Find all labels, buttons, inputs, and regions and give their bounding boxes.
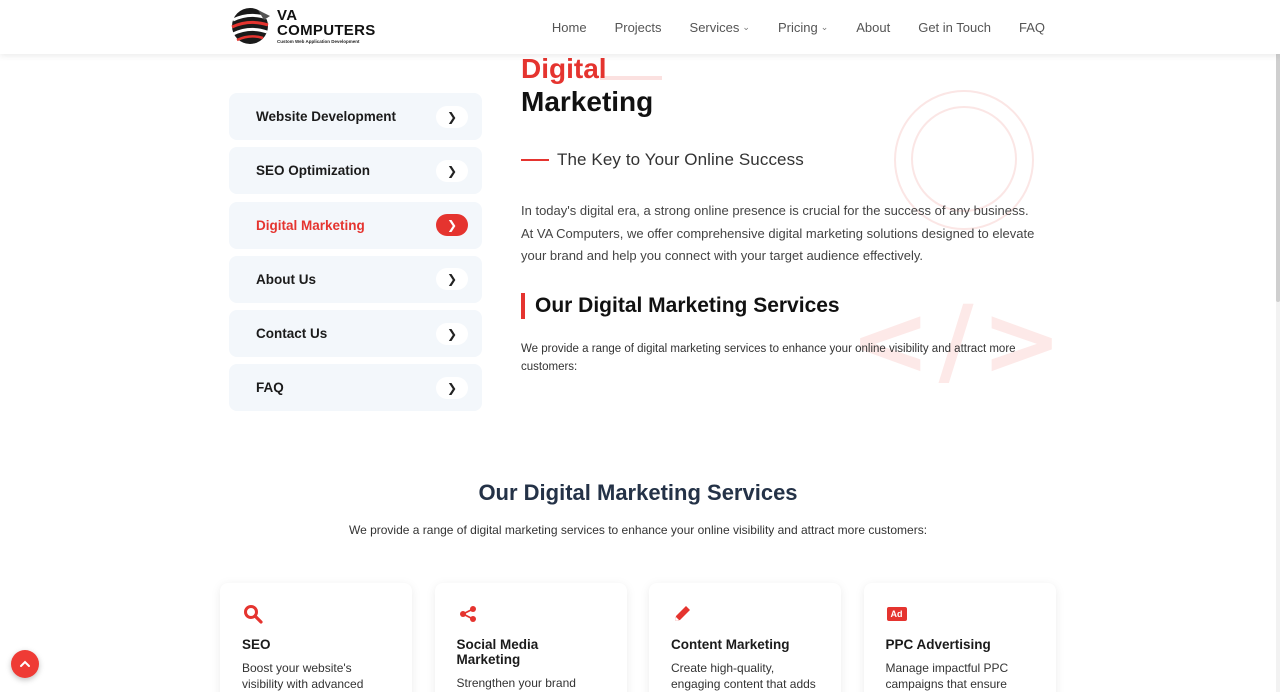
nav-services[interactable]: Services ⌄ — [690, 20, 750, 35]
sidebar-item-about-us[interactable]: About Us ❯ — [229, 255, 482, 303]
sidebar-item-label: Contact Us — [256, 326, 328, 342]
nav-about-label: About — [856, 19, 891, 35]
nav-get-in-touch-label: Get in Touch — [918, 19, 991, 35]
card-title: Social Media Marketing — [456, 637, 539, 667]
services-heading: Our Digital Marketing Services — [521, 293, 840, 319]
service-card-ppc[interactable]: Ad PPC Advertising Manage impactful PPC … — [863, 583, 1056, 692]
decorative-circle-inner — [911, 106, 1017, 212]
services-description: We provide a range of digital marketing … — [521, 343, 1016, 373]
sidebar-item-website-development[interactable]: Website Development ❯ — [229, 93, 482, 140]
brand-tagline: Custom Web Application Development — [277, 39, 360, 45]
nav-pricing[interactable]: Pricing ⌄ — [778, 20, 828, 35]
chevron-right-icon: ❯ — [436, 159, 468, 182]
card-description: Create high-quality, engaging content th… — [671, 661, 816, 691]
sidebar-item-label: SEO Optimization — [256, 163, 371, 179]
chevron-down-icon: ⌄ — [820, 21, 829, 32]
sidebar-item-contact-us[interactable]: Contact Us ❯ — [229, 310, 482, 358]
site-header: VA COMPUTERS Custom Web Application Deve… — [0, 0, 1280, 54]
search-icon — [242, 603, 264, 625]
card-title: SEO — [242, 637, 271, 652]
card-title: Content Marketing — [671, 637, 790, 652]
intro-paragraph: In today's digital era, a strong online … — [521, 203, 1035, 263]
nav-get-in-touch[interactable]: Get in Touch — [918, 20, 991, 35]
nav-projects[interactable]: Projects — [615, 20, 662, 35]
service-cards: SEO Boost your website's visibility with… — [220, 583, 1078, 692]
nav-faq-label: FAQ — [1018, 19, 1045, 35]
chevron-down-icon: ⌄ — [742, 21, 750, 32]
nav-about[interactable]: About — [856, 20, 890, 35]
pencil-icon — [671, 603, 693, 625]
chevron-right-icon: ❯ — [436, 105, 468, 128]
chevron-right-icon: ❯ — [436, 376, 468, 399]
card-description: Boost your website's visibility with adv… — [242, 661, 364, 691]
nav-faq[interactable]: FAQ — [1019, 20, 1045, 35]
service-card-social-media[interactable]: Social Media Marketing Strengthen your b… — [434, 583, 627, 692]
page-title: Digital Marketing — [521, 52, 653, 118]
nav-projects-label: Projects — [614, 19, 662, 35]
tagline-dash — [521, 159, 549, 161]
chevron-right-icon: ❯ — [436, 322, 468, 345]
logo-globe-icon — [231, 8, 270, 44]
services-heading-text: Our Digital Marketing Services — [535, 294, 840, 317]
sidebar-item-label: Website Development — [256, 109, 397, 124]
service-card-seo[interactable]: SEO Boost your website's visibility with… — [220, 583, 412, 692]
nav-pricing-label: Pricing — [777, 19, 818, 35]
section-description: We provide a range of digital marketing … — [348, 523, 928, 537]
services-sidebar: Website Development ❯ SEO Optimization ❯… — [229, 93, 482, 419]
sidebar-item-faq[interactable]: FAQ ❯ — [229, 364, 482, 412]
section-title: Our Digital Marketing Services — [478, 480, 798, 505]
nav-services-label: Services — [689, 19, 740, 35]
sidebar-item-digital-marketing[interactable]: Digital Marketing ❯ — [229, 201, 482, 249]
main-nav: Home Projects Services ⌄ Pricing ⌄ About G… — [524, 0, 1045, 54]
chevron-up-icon — [20, 660, 30, 667]
service-card-content-marketing[interactable]: Content Marketing Create high-quality, e… — [649, 583, 841, 692]
nav-home[interactable]: Home — [552, 20, 587, 35]
sidebar-item-seo-optimization[interactable]: SEO Optimization ❯ — [229, 147, 482, 195]
sidebar-item-label: About Us — [256, 271, 316, 287]
card-description: Strengthen your brand presence on social… — [456, 676, 576, 690]
brand-line2: COMPUTERS — [277, 22, 376, 40]
ad-icon-text: Ad — [886, 607, 907, 621]
ad-icon: Ad — [886, 603, 908, 625]
brand-line1: VA — [277, 7, 298, 25]
chevron-right-icon: ❯ — [436, 214, 468, 237]
scroll-to-top-button[interactable] — [11, 650, 39, 678]
chevron-right-icon: ❯ — [436, 268, 468, 291]
card-description: Manage impactful PPC campaigns that ensu… — [885, 661, 1009, 691]
nav-home-label: Home — [551, 19, 587, 35]
heading-accent-bar — [521, 293, 525, 319]
share-icon — [457, 603, 479, 625]
sidebar-item-label: FAQ — [256, 380, 284, 396]
sidebar-item-label: Digital Marketing — [256, 217, 365, 233]
scrollbar-thumb[interactable] — [1276, 52, 1280, 302]
page-title-accent: Digital — [521, 53, 607, 84]
logo[interactable]: VA COMPUTERS Custom Web Application Deve… — [230, 6, 376, 47]
page-title-main: Marketing — [521, 86, 654, 117]
hero-tagline: The Key to Your Online Success — [521, 150, 804, 170]
tagline-text: The Key to Your Online Success — [557, 150, 804, 169]
card-title: PPC Advertising — [885, 637, 991, 652]
